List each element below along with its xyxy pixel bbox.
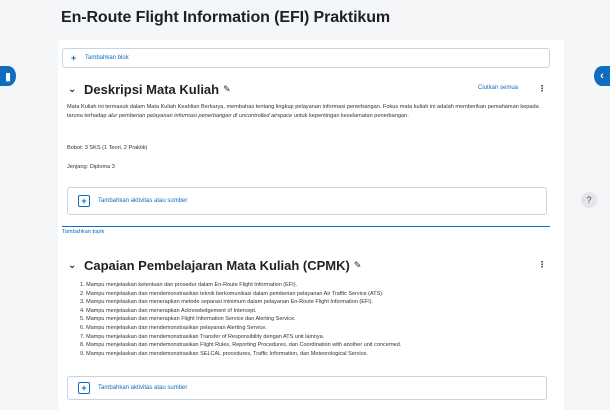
description-text-end: untuk kepentingan keselamatan penerbanga… <box>292 112 409 119</box>
cpmk-list: 1. Mampu menjelaskan ketentuan dan prose… <box>80 281 550 358</box>
section-menu-icon[interactable]: ⋮ <box>538 260 546 269</box>
list-item: 4. Mampu menjelaskan dan menerapkan Ackn… <box>80 307 257 314</box>
add-activity-label: Tambahkan aktivitas atau sumber <box>98 385 188 391</box>
list-item: 7. Mampu menjelaskan dan mendemonstrasik… <box>80 333 325 340</box>
collapse-all-link[interactable]: Ciutkan semua <box>478 85 518 91</box>
course-index-toggle-icon[interactable]: ▮ <box>0 66 16 86</box>
plus-icon: + <box>78 382 90 394</box>
add-activity-button[interactable]: + Tambahkan aktivitas atau sumber <box>67 376 547 400</box>
section-header-cpmk: ⌄ Capaian Pembelajaran Mata Kuliah (CPMK… <box>68 258 361 273</box>
page-title: En-Route Flight Information (EFI) Prakti… <box>61 9 391 26</box>
add-block-button[interactable]: + Tambahkan blok <box>62 48 550 68</box>
section-header-deskripsi: ⌄ Deskripsi Mata Kuliah ✎ <box>68 82 231 97</box>
section-title: Deskripsi Mata Kuliah <box>84 82 220 97</box>
list-item: 3. Mampu menjelaskan dan menerapkan meto… <box>80 299 374 306</box>
description-italic: alur pemberian pelayanan informasi pener… <box>108 112 293 119</box>
chevron-down-icon[interactable]: ⌄ <box>68 260 80 271</box>
add-topic-link[interactable]: Tambahkan topik <box>62 229 104 235</box>
help-button[interactable]: ? <box>581 192 597 208</box>
edit-pencil-icon[interactable]: ✎ <box>354 260 362 271</box>
section-divider <box>62 226 550 227</box>
list-item: 2. Mampu menjelaskan dan mendemonstrasik… <box>80 290 384 297</box>
list-item: 5. Mampu menjelaskan dan menerapkan Flig… <box>80 316 296 323</box>
jenjang-text: Jenjang: Diploma 3 <box>67 164 115 170</box>
section-menu-icon[interactable]: ⋮ <box>538 84 546 93</box>
drawer-toggle-icon[interactable]: ‹ <box>594 66 610 86</box>
chevron-down-icon[interactable]: ⌄ <box>68 84 80 95</box>
list-item: 8. Mampu menjelaskan dan mendemonstrasik… <box>80 342 402 349</box>
list-item: 9. Mampu menjelaskan dan mendemonstrasik… <box>80 350 368 357</box>
add-activity-label: Tambahkan aktivitas atau sumber <box>98 198 188 204</box>
list-item: 6. Mampu menjelaskan dan mendemonstrasik… <box>80 324 267 331</box>
list-item: 1. Mampu menjelaskan ketentuan dan prose… <box>80 282 298 288</box>
section-title: Capaian Pembelajaran Mata Kuliah (CPMK) <box>84 258 350 273</box>
bobot-text: Bobot: 3 SKS (1 Teori, 2 Praktik) <box>67 145 148 151</box>
course-description: Mata Kuliah ini termasuk dalam Mata Kuli… <box>67 103 545 120</box>
plus-icon: + <box>78 195 90 207</box>
add-block-label: Tambahkan blok <box>85 55 129 61</box>
edit-pencil-icon[interactable]: ✎ <box>223 84 231 95</box>
plus-icon: + <box>71 53 77 63</box>
add-activity-button[interactable]: + Tambahkan aktivitas atau sumber <box>67 187 547 215</box>
